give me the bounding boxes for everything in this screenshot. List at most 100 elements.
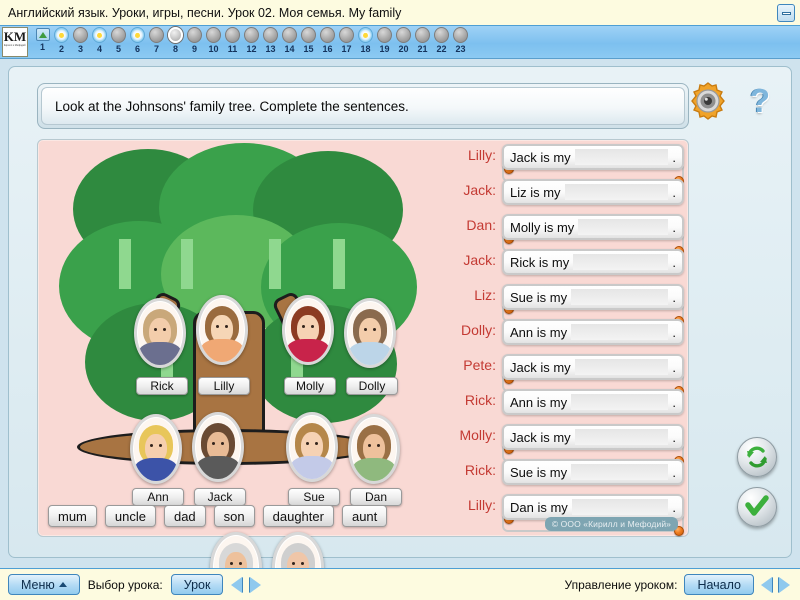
sentence-blank-dropzone[interactable]: [574, 429, 669, 445]
nav-item-20[interactable]: 20: [394, 26, 413, 55]
nav-item-number: 22: [436, 44, 447, 54]
nav-item-number: 3: [77, 44, 83, 54]
portrait-dolly[interactable]: [344, 298, 396, 368]
nav-item-21[interactable]: 21: [413, 26, 432, 55]
portrait-body: [200, 338, 244, 362]
reset-button[interactable]: [737, 437, 777, 477]
sentence-answer-box[interactable]: Jack is my.: [502, 424, 684, 450]
nav-item-number: 20: [398, 44, 409, 54]
nav-item-18[interactable]: 18: [356, 26, 375, 55]
sentence-answer-box[interactable]: Sue is my.: [502, 284, 684, 310]
nav-item-15[interactable]: 15: [299, 26, 318, 55]
portrait-jack[interactable]: [192, 412, 244, 482]
word-chip-mum[interactable]: mum: [48, 505, 97, 527]
portrait-ann[interactable]: [130, 414, 182, 484]
lesson-button[interactable]: Урок: [170, 574, 224, 595]
copyright-label: © ООО «Кирилл и Мефодий»: [544, 517, 678, 531]
portrait-sue[interactable]: [286, 412, 338, 482]
sentence-answer-box[interactable]: Jack is my.: [502, 144, 684, 170]
sentence-speaker-label: Dan:: [466, 217, 496, 233]
lesson-prev-arrow-left-icon[interactable]: [231, 576, 243, 593]
check-answers-button[interactable]: [737, 487, 777, 527]
name-tag-dan[interactable]: Dan: [350, 488, 402, 506]
sentence-blank-dropzone[interactable]: [571, 499, 669, 515]
sentence-text: Sue is my: [510, 289, 568, 305]
menu-button[interactable]: Меню: [8, 574, 80, 595]
sentence-row: Jack: Rick is my.: [436, 249, 686, 284]
sentence-blank-dropzone[interactable]: [571, 324, 669, 340]
portrait-eye: [310, 324, 314, 328]
nav-item-17[interactable]: 17: [337, 26, 356, 55]
sentence-blank-dropzone[interactable]: [573, 254, 669, 270]
control-prev-arrow-left-icon[interactable]: [761, 576, 772, 593]
nav-item-5[interactable]: 5: [109, 26, 128, 55]
sentence-speaker-label: Liz:: [474, 287, 496, 303]
nav-item-12[interactable]: 12: [242, 26, 261, 55]
help-question-icon[interactable]: ?: [743, 81, 777, 121]
portrait-rick[interactable]: [134, 298, 186, 368]
nav-dot-plain-icon: [282, 27, 297, 43]
sentence-blank-dropzone[interactable]: [578, 219, 669, 235]
name-tag-ann[interactable]: Ann: [132, 488, 184, 506]
checkmark-icon: [745, 495, 769, 516]
nav-item-23[interactable]: 23: [451, 26, 470, 55]
sentence-blank-dropzone[interactable]: [571, 394, 669, 410]
word-chip-uncle[interactable]: uncle: [104, 505, 156, 527]
nav-item-14[interactable]: 14: [280, 26, 299, 55]
nav-item-19[interactable]: 19: [375, 26, 394, 55]
word-chip-dad[interactable]: dad: [163, 505, 206, 527]
nav-item-number: 16: [322, 44, 333, 54]
control-next-arrow-right-icon[interactable]: [779, 576, 790, 593]
bottom-toolbar: Меню Выбор урока: Урок Управление уроком…: [0, 568, 800, 600]
nav-item-2[interactable]: 2: [52, 26, 71, 55]
name-tag-jack[interactable]: Jack: [194, 488, 246, 506]
sentence-blank-dropzone[interactable]: [574, 359, 669, 375]
nav-item-16[interactable]: 16: [318, 26, 337, 55]
nav-item-8[interactable]: 8: [166, 26, 185, 55]
sentence-answer-box[interactable]: Ann is my.: [502, 389, 684, 415]
sentence-answer-box[interactable]: Molly is my.: [502, 214, 684, 240]
nav-item-6[interactable]: 6: [128, 26, 147, 55]
sentence-answer-box[interactable]: Rick is my.: [502, 249, 684, 275]
portrait-dan[interactable]: [348, 414, 400, 484]
start-button[interactable]: Начало: [684, 574, 754, 595]
menu-button-label: Меню: [21, 577, 55, 592]
nav-item-22[interactable]: 22: [432, 26, 451, 55]
nav-item-7[interactable]: 7: [147, 26, 166, 55]
nav-item-3[interactable]: 3: [71, 26, 90, 55]
sentence-blank-dropzone[interactable]: [574, 149, 669, 165]
sentence-blank-dropzone[interactable]: [571, 289, 669, 305]
content-area: Look at the Johnsons' family tree. Compl…: [8, 66, 792, 600]
nav-dot-plain-icon: [187, 27, 202, 43]
nav-item-4[interactable]: 4: [90, 26, 109, 55]
nav-item-11[interactable]: 11: [223, 26, 242, 55]
speaker-gear-icon[interactable]: [688, 81, 728, 121]
portrait-molly[interactable]: [282, 295, 334, 365]
sentence-text: Jack is my: [510, 149, 571, 165]
nav-item-9[interactable]: 9: [185, 26, 204, 55]
word-chip-son[interactable]: son: [213, 505, 255, 527]
portrait-lilly[interactable]: [196, 295, 248, 365]
nav-item-number: 11: [227, 44, 238, 54]
word-chip-aunt[interactable]: aunt: [341, 505, 388, 527]
name-tag-dolly[interactable]: Dolly: [346, 377, 398, 395]
sentence-speaker-label: Jack:: [463, 252, 496, 268]
name-tag-rick[interactable]: Rick: [136, 377, 188, 395]
sentence-speaker-label: Lilly:: [467, 497, 496, 513]
nav-item-10[interactable]: 10: [204, 26, 223, 55]
nav-item-13[interactable]: 13: [261, 26, 280, 55]
sentence-answer-box[interactable]: Jack is my.: [502, 354, 684, 380]
nav-item-1[interactable]: 1: [33, 26, 52, 53]
sentence-blank-dropzone[interactable]: [564, 184, 669, 200]
lesson-next-arrow-right-icon[interactable]: [250, 576, 262, 593]
sentence-answer-box[interactable]: Liz is my.: [502, 179, 684, 205]
minimize-button[interactable]: [777, 4, 795, 22]
name-tag-sue[interactable]: Sue: [288, 488, 340, 506]
sentence-blank-dropzone[interactable]: [571, 464, 669, 480]
name-tag-lilly[interactable]: Lilly: [198, 377, 250, 395]
sentence-answer-box[interactable]: Ann is my.: [502, 319, 684, 345]
name-tag-molly[interactable]: Molly: [284, 377, 336, 395]
sentence-answer-box[interactable]: Sue is my.: [502, 459, 684, 485]
lesson-control-label: Управление уроком:: [564, 577, 678, 592]
word-chip-daughter[interactable]: daughter: [262, 505, 334, 527]
